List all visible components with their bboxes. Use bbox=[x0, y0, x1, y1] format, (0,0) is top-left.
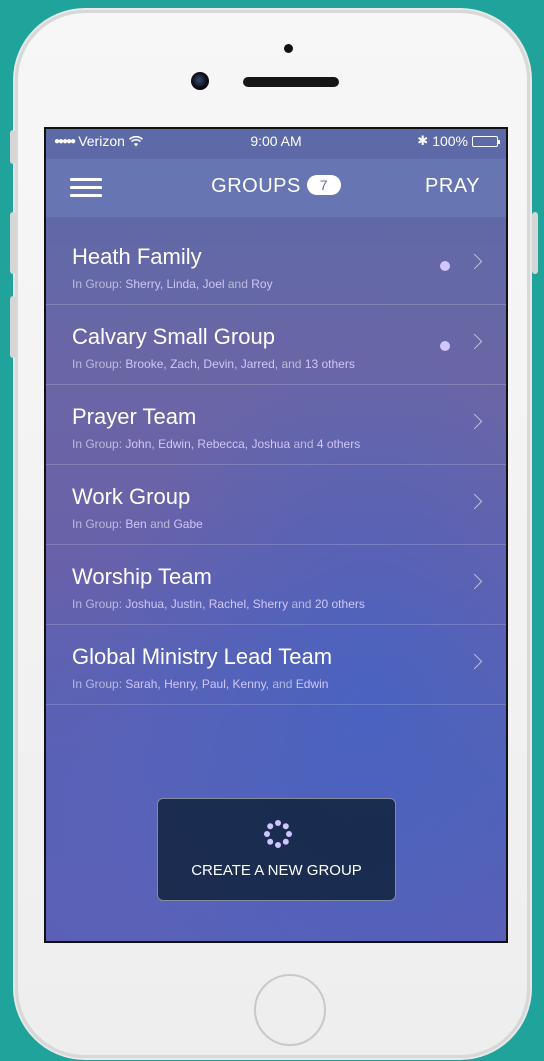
group-count-badge: 7 bbox=[306, 175, 341, 195]
group-name: Worship Team bbox=[72, 564, 212, 589]
group-list: Heath Family In Group: Sherry, Linda, Jo… bbox=[46, 225, 506, 705]
group-members: In Group: Sarah, Henry, Paul, Kenny, and… bbox=[72, 677, 329, 691]
chevron-right-icon bbox=[466, 493, 483, 510]
chevron-right-icon bbox=[466, 253, 483, 270]
group-name: Calvary Small Group bbox=[72, 324, 275, 349]
bluetooth-icon: ✱ bbox=[417, 133, 429, 148]
unread-indicator bbox=[440, 341, 450, 351]
group-name: Prayer Team bbox=[72, 404, 197, 429]
nav-header: GROUPS 7 PRAY bbox=[46, 159, 506, 217]
group-name: Work Group bbox=[72, 484, 191, 509]
group-row[interactable]: Worship Team In Group: Joshua, Justin, R… bbox=[46, 545, 506, 625]
group-members: In Group: Brooke, Zach, Devin, Jarred, a… bbox=[72, 357, 355, 371]
unread-indicator bbox=[440, 261, 450, 271]
group-members: In Group: John, Edwin, Rebecca, Joshua a… bbox=[72, 437, 361, 451]
home-button[interactable] bbox=[254, 974, 326, 1046]
earpiece-speaker bbox=[243, 77, 339, 87]
group-row[interactable]: Global Ministry Lead Team In Group: Sara… bbox=[46, 625, 506, 705]
group-name: Heath Family bbox=[72, 244, 202, 269]
chevron-right-icon bbox=[466, 413, 483, 430]
group-row[interactable]: Work Group In Group: Ben and Gabe bbox=[46, 465, 506, 545]
group-members: In Group: Sherry, Linda, Joel and Roy bbox=[72, 277, 273, 291]
battery-icon bbox=[472, 135, 500, 147]
create-group-button[interactable]: CREATE A NEW GROUP bbox=[157, 798, 396, 901]
volume-up-button bbox=[10, 212, 16, 274]
group-row[interactable]: Heath Family In Group: Sherry, Linda, Jo… bbox=[46, 225, 506, 305]
create-group-label: CREATE A NEW GROUP bbox=[191, 862, 362, 879]
pray-button[interactable]: PRAY bbox=[425, 175, 480, 198]
group-name: Global Ministry Lead Team bbox=[72, 644, 333, 669]
mute-switch bbox=[10, 130, 16, 164]
proximity-sensor bbox=[284, 44, 293, 53]
group-members: In Group: Ben and Gabe bbox=[72, 517, 203, 531]
page-title-text: GROUPS bbox=[211, 175, 301, 197]
power-button bbox=[532, 212, 538, 274]
volume-down-button bbox=[10, 296, 16, 358]
group-row[interactable]: Prayer Team In Group: John, Edwin, Rebec… bbox=[46, 385, 506, 465]
app-screen: ●●●●● Verizon 9:00 AM ✱ 100% GROUPS 7 PRA… bbox=[44, 127, 508, 943]
battery-percent: 100% bbox=[432, 133, 468, 149]
status-bar: ●●●●● Verizon 9:00 AM ✱ 100% bbox=[46, 129, 506, 151]
chevron-right-icon bbox=[466, 333, 483, 350]
group-members: In Group: Joshua, Justin, Rachel, Sherry… bbox=[72, 597, 365, 611]
chevron-right-icon bbox=[466, 573, 483, 590]
spinner-dots-icon bbox=[264, 820, 292, 848]
chevron-right-icon bbox=[466, 653, 483, 670]
front-camera-icon bbox=[191, 72, 209, 90]
group-row[interactable]: Calvary Small Group In Group: Brooke, Za… bbox=[46, 305, 506, 385]
